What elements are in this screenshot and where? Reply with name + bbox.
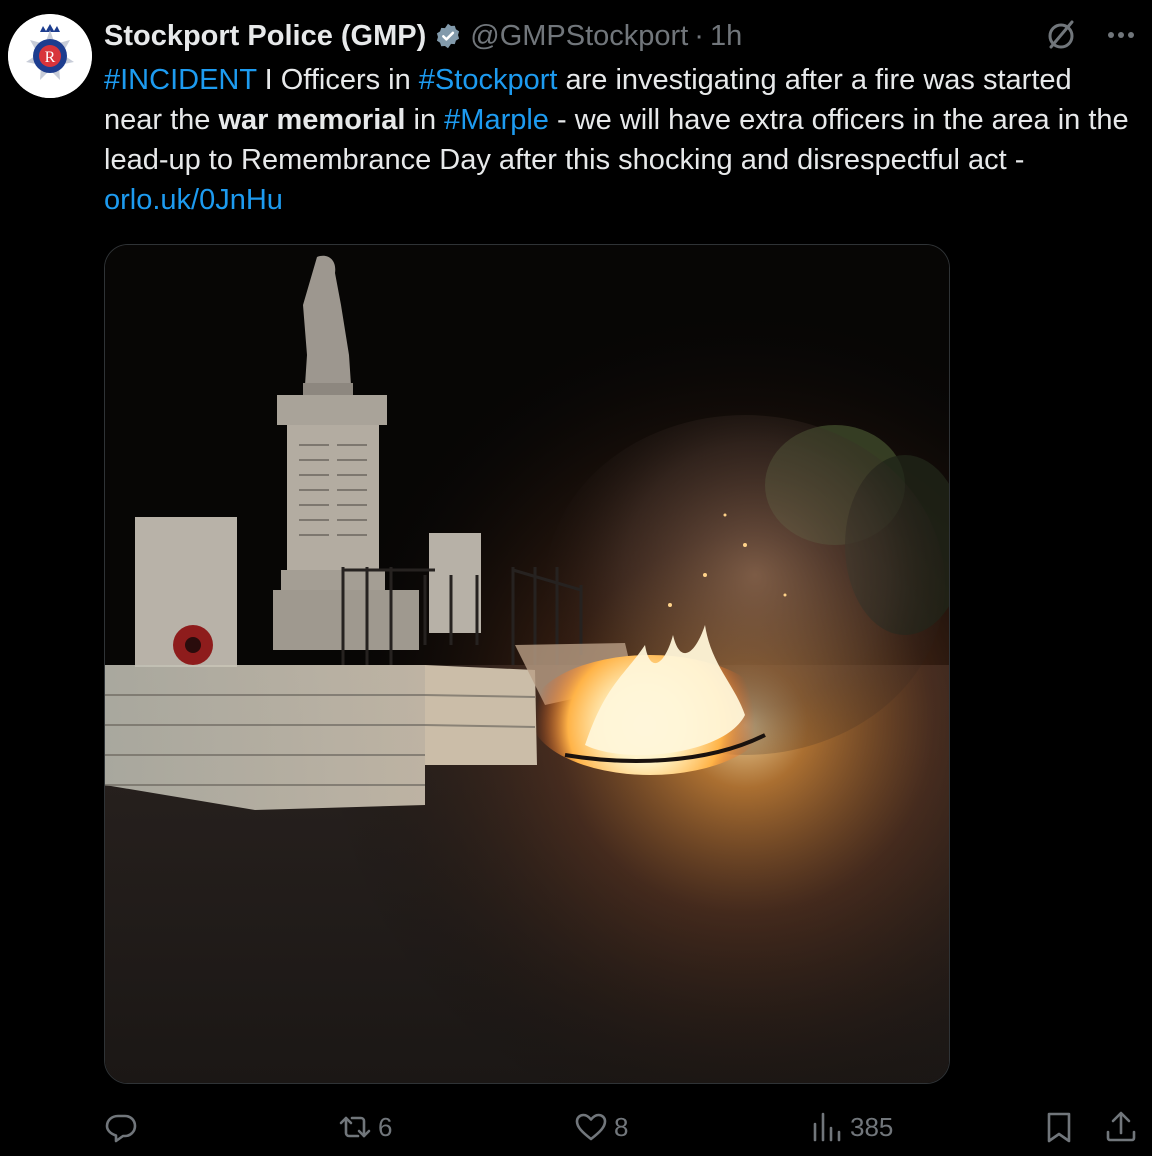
views-button[interactable]: 385	[810, 1110, 893, 1144]
grok-icon[interactable]	[1044, 18, 1078, 52]
view-count: 385	[850, 1111, 894, 1142]
bookmark-button[interactable]	[1042, 1110, 1076, 1144]
tweet-text: #INCIDENT I Officers in #Stockport are i…	[104, 60, 1134, 220]
handle[interactable]: @GMPStockport	[470, 20, 688, 53]
reply-button[interactable]	[104, 1110, 144, 1144]
repost-icon	[339, 1116, 371, 1138]
tweet-link[interactable]: orlo.uk/0JnHu	[104, 184, 283, 216]
like-count: 8	[614, 1111, 629, 1142]
share-icon	[1106, 1111, 1136, 1142]
separator-dot: ·	[694, 19, 704, 52]
like-button[interactable]: 8	[574, 1110, 628, 1144]
views-icon	[813, 1112, 841, 1142]
like-icon	[575, 1113, 607, 1141]
hashtag-stockport[interactable]: #Stockport	[419, 64, 558, 96]
tweet-header: Stockport Police (GMP) @GMPStockport · 1…	[104, 16, 742, 56]
tweet-photo[interactable]	[104, 244, 950, 1084]
bookmark-icon	[1047, 1112, 1071, 1143]
photo-war-memorial-fire	[105, 245, 949, 1083]
tweet-actions: 6 8 385	[104, 1104, 1144, 1154]
text-segment: I Officers in	[256, 64, 419, 96]
reply-icon	[105, 1114, 137, 1143]
verified-badge-icon[interactable]	[434, 22, 462, 50]
repost-button[interactable]: 6	[338, 1110, 392, 1144]
top-actions	[1044, 18, 1138, 52]
bold-text: war memorial	[218, 104, 406, 136]
timestamp[interactable]: 1h	[710, 20, 742, 53]
hashtag-marple[interactable]: #Marple	[444, 104, 549, 136]
display-name[interactable]: Stockport Police (GMP)	[104, 20, 426, 53]
share-button[interactable]	[1104, 1110, 1138, 1144]
repost-count: 6	[378, 1111, 393, 1142]
text-segment: in	[405, 104, 445, 136]
more-icon[interactable]	[1104, 18, 1138, 52]
tweet[interactable]: R Stockport Police (GMP) @GMPStockport ·…	[0, 0, 1152, 1156]
avatar[interactable]: R	[8, 14, 92, 98]
svg-text:R: R	[45, 49, 56, 66]
hashtag-incident[interactable]: #INCIDENT	[104, 64, 257, 96]
